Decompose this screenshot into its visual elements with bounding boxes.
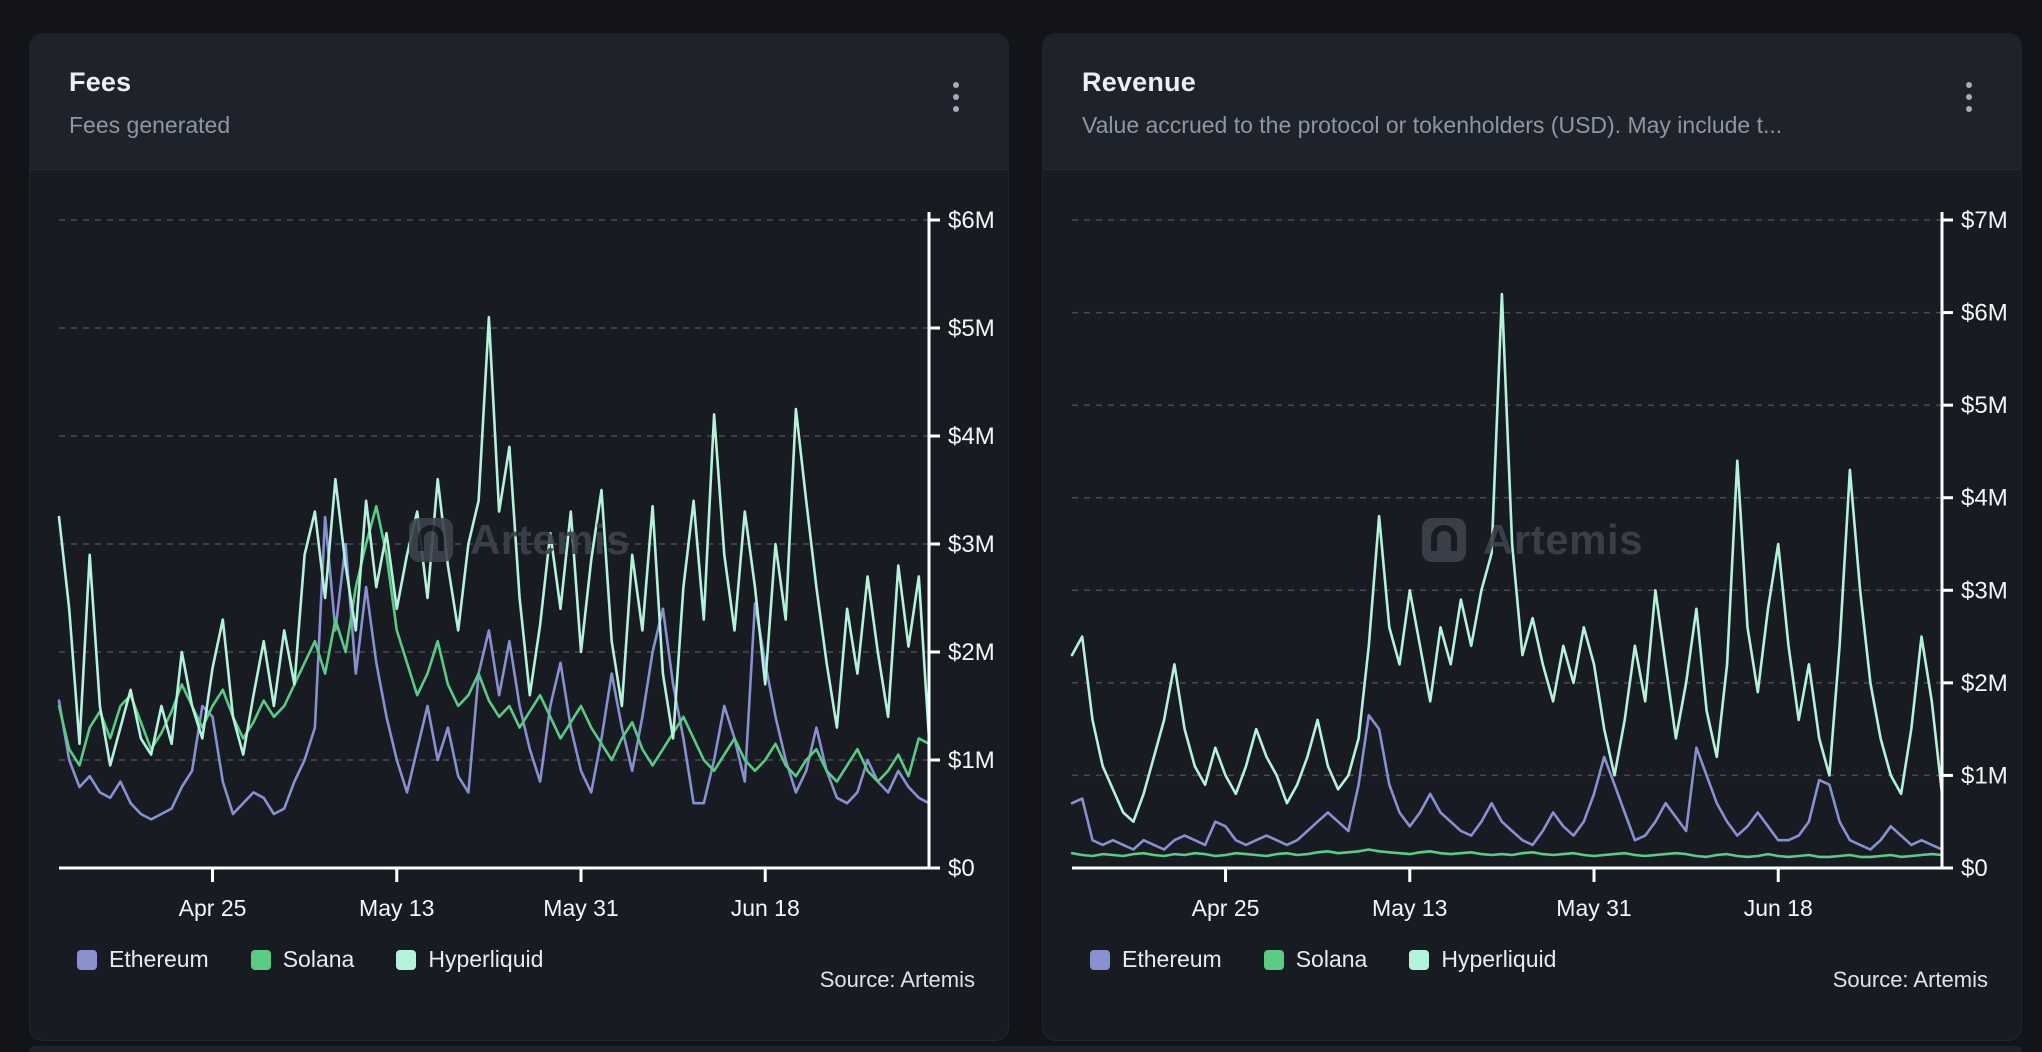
revenue-chart-area: Artemis $0$1M$2M$3M$4M$5M$6M$7MApr 25May…	[1042, 170, 2022, 1041]
fees-card: Fees Fees generated Artemis $0$1M$2M$3M$…	[29, 33, 1009, 1041]
kebab-menu-icon[interactable]	[941, 75, 971, 119]
fees-card-footer: Ethereum Solana Hyperliquid Source: Arte…	[43, 946, 1009, 1019]
legend-item-solana[interactable]: Solana	[251, 946, 355, 973]
dashboard-page: Fees Fees generated Artemis $0$1M$2M$3M$…	[0, 0, 2042, 1052]
legend-label: Ethereum	[1122, 946, 1222, 973]
y-tick-label: $3M	[948, 531, 995, 558]
chart-legend: Ethereum Solana Hyperliquid	[77, 946, 543, 973]
y-tick-label: $2M	[1961, 670, 2008, 697]
x-tick-label: Apr 25	[1192, 895, 1260, 921]
fees-line-chart[interactable]: $0 $1M $2M $3M $4M $5M $6M Apr 25 May 13 May 31 Ju…	[43, 196, 1003, 940]
page-title-revenue: Revenue	[1082, 67, 1982, 98]
series-line-hyperliquid	[59, 317, 929, 765]
y-tick-label: $1M	[1961, 762, 2008, 789]
y-tick-label: $3M	[1961, 577, 2008, 604]
next-row-card-top-edge	[29, 1046, 2022, 1052]
source-attribution: Source: Artemis	[820, 967, 975, 993]
revenue-line-chart[interactable]: $0 $1M $2M $3M $4M $5M $6M $7M Apr 25 May 13 May 3…	[1056, 196, 2016, 940]
series-line-solana	[59, 506, 929, 781]
y-tick-label: $6M	[948, 207, 995, 234]
page-title-fees: Fees	[69, 67, 969, 98]
legend-swatch-hyperliquid	[1409, 950, 1429, 970]
x-tick-label: Jun 18	[1744, 895, 1813, 921]
revenue-card-header: Revenue Value accrued to the protocol or…	[1042, 33, 2022, 170]
y-tick-label: $5M	[948, 315, 995, 342]
y-tick-label: $1M	[948, 747, 995, 774]
x-tick-label: Jun 18	[731, 895, 800, 921]
legend-swatch-ethereum	[1090, 950, 1110, 970]
x-tick-label: May 13	[1372, 895, 1447, 921]
x-tick-label: May 31	[1556, 895, 1631, 921]
legend-item-solana[interactable]: Solana	[1264, 946, 1368, 973]
legend-item-hyperliquid[interactable]: Hyperliquid	[1409, 946, 1556, 973]
y-tick-label: $6M	[1961, 300, 2008, 327]
y-tick-label: $0	[1961, 855, 1988, 882]
fees-chart-area: Artemis $0$1M$2M$3M$4M$5M$6MApr 25May 13…	[29, 170, 1009, 1041]
revenue-card: Revenue Value accrued to the protocol or…	[1042, 33, 2022, 1041]
legend-label: Hyperliquid	[1441, 946, 1556, 973]
y-tick-label: $5M	[1961, 392, 2008, 419]
legend-item-ethereum[interactable]: Ethereum	[1090, 946, 1222, 973]
y-tick-label: $7M	[1961, 207, 2008, 234]
legend-swatch-hyperliquid	[396, 950, 416, 970]
legend-swatch-solana	[251, 950, 271, 970]
revenue-card-footer: Ethereum Solana Hyperliquid Source: Arte…	[1056, 946, 2022, 1019]
source-attribution: Source: Artemis	[1833, 967, 1988, 993]
legend-label: Hyperliquid	[428, 946, 543, 973]
x-tick-label: May 31	[543, 895, 618, 921]
legend-item-ethereum[interactable]: Ethereum	[77, 946, 209, 973]
legend-label: Ethereum	[109, 946, 209, 973]
y-tick-label: $4M	[1961, 485, 2008, 512]
fees-subtitle: Fees generated	[69, 112, 969, 139]
kebab-menu-icon[interactable]	[1954, 75, 1984, 119]
y-tick-label: $0	[948, 855, 975, 882]
legend-swatch-solana	[1264, 950, 1284, 970]
legend-label: Solana	[283, 946, 355, 973]
legend-item-hyperliquid[interactable]: Hyperliquid	[396, 946, 543, 973]
y-tick-label: $2M	[948, 639, 995, 666]
revenue-subtitle: Value accrued to the protocol or tokenho…	[1082, 112, 1982, 139]
legend-label: Solana	[1296, 946, 1368, 973]
x-tick-label: May 13	[359, 895, 434, 921]
x-tick-label: Apr 25	[179, 895, 247, 921]
legend-swatch-ethereum	[77, 950, 97, 970]
series-line-solana	[1072, 850, 1942, 857]
fees-card-header: Fees Fees generated	[29, 33, 1009, 170]
chart-legend: Ethereum Solana Hyperliquid	[1090, 946, 1556, 973]
series-line-hyperliquid	[1072, 294, 1942, 822]
y-tick-label: $4M	[948, 423, 995, 450]
